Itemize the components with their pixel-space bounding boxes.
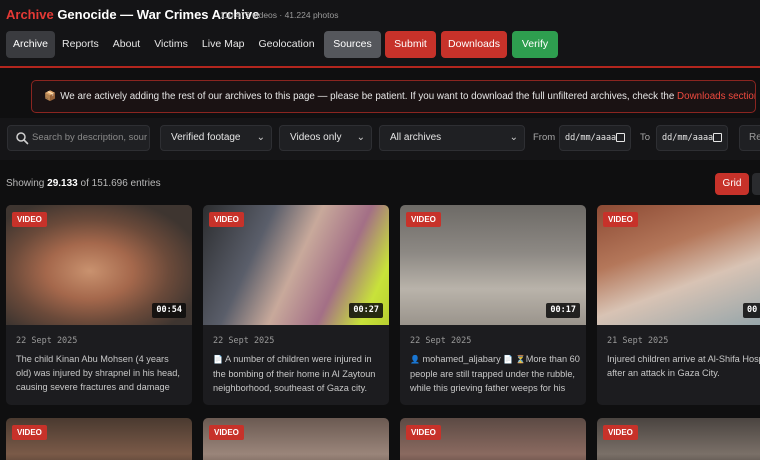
video-description: Injured children arrive at Al-Shifa Hosp… — [607, 354, 760, 378]
archive-select[interactable]: All archives ⌄ — [379, 125, 525, 151]
chevron-down-icon: ⌄ — [256, 132, 265, 143]
list-view-button[interactable] — [752, 173, 760, 195]
search-icon — [16, 132, 29, 145]
from-date-input[interactable]: dd/mm/aaaa — [559, 125, 631, 151]
downloads-button[interactable]: Downloads — [441, 31, 507, 58]
sources-button[interactable]: Sources — [324, 31, 381, 58]
video-duration: 00 — [743, 303, 760, 318]
document-icon: 📄 — [213, 355, 223, 364]
top-header: Archive Genocide — War Crimes Archive 11… — [0, 0, 760, 68]
video-thumbnail[interactable]: VIDEO — [597, 418, 760, 460]
video-card[interactable]: VIDEO — [400, 418, 586, 460]
downloads-section-link[interactable]: Downloads section — [677, 91, 755, 102]
notice-banner: 📦 We are actively adding the rest of our … — [31, 80, 756, 113]
video-thumbnail[interactable]: VIDEO — [6, 418, 192, 460]
video-duration: 00:54 — [152, 303, 186, 318]
video-badge: VIDEO — [406, 425, 441, 440]
video-card[interactable]: VIDEO — [597, 418, 760, 460]
video-badge: VIDEO — [12, 425, 47, 440]
from-label: From — [533, 132, 556, 143]
video-card[interactable]: VIDEO 00 21 Sept 2025 Injured children a… — [597, 205, 760, 405]
video-description: The child Kinan Abu Mohsen (4 years old)… — [16, 354, 180, 392]
video-thumbnail[interactable]: VIDEO 00:27 — [203, 205, 389, 325]
video-card[interactable]: VIDEO 00:17 22 Sept 2025 👤 mohamed_aljab… — [400, 205, 586, 405]
video-duration: 00:17 — [546, 303, 580, 318]
video-description-block: 👤 mohamed_aljabary 📄 ⏳More than 60 peopl… — [410, 352, 580, 395]
results-prefix: Showing — [6, 178, 48, 189]
video-badge: VIDEO — [209, 425, 244, 440]
video-card[interactable]: VIDEO — [6, 418, 192, 460]
video-badge: VIDEO — [603, 212, 638, 227]
results-shown: 29.133 — [47, 178, 78, 189]
to-date-input[interactable]: dd/mm/aaaa — [656, 125, 728, 151]
video-description: A number of children were injured in the… — [213, 354, 376, 393]
notice-text: We are actively adding the rest of our a… — [60, 91, 678, 102]
document-icon: 📄 — [503, 355, 514, 364]
verify-button[interactable]: Verify — [512, 31, 558, 58]
video-date: 21 Sept 2025 — [607, 336, 669, 346]
nav-live-map[interactable]: Live Map — [195, 31, 252, 58]
video-badge: VIDEO — [209, 212, 244, 227]
video-author[interactable]: mohamed_aljabary — [423, 354, 501, 364]
video-thumbnail[interactable]: VIDEO — [203, 418, 389, 460]
from-date-placeholder: dd/mm/aaaa — [565, 133, 617, 143]
nav-victims[interactable]: Victims — [147, 31, 195, 58]
media-type-select[interactable]: Videos only ⌄ — [279, 125, 372, 151]
video-description-block: 📄 A number of children were injured in t… — [213, 352, 383, 395]
video-date: 22 Sept 2025 — [213, 336, 275, 346]
user-icon: 👤 — [410, 355, 420, 364]
filter-bar: Search by description, source Verified f… — [0, 118, 760, 160]
main-nav: Archive Reports About Victims Live Map G… — [6, 31, 322, 58]
chevron-down-icon: ⌄ — [509, 132, 518, 143]
video-date: 22 Sept 2025 — [16, 336, 78, 346]
nav-archive[interactable]: Archive — [6, 31, 56, 58]
archive-stats: 110.472 videos · 41.224 photos — [220, 10, 339, 20]
search-input[interactable]: Search by description, source — [7, 125, 150, 151]
video-badge: VIDEO — [12, 212, 47, 227]
chevron-down-icon: ⌄ — [356, 132, 365, 143]
video-thumbnail[interactable]: VIDEO 00 — [597, 205, 760, 325]
to-label: To — [640, 132, 651, 143]
video-card[interactable]: VIDEO 00:27 22 Sept 2025 📄 A number of c… — [203, 205, 389, 405]
calendar-icon[interactable] — [616, 133, 625, 142]
video-thumbnail[interactable]: VIDEO 00:54 — [6, 205, 192, 325]
submit-button[interactable]: Submit — [385, 31, 436, 58]
hourglass-icon: ⏳ — [515, 355, 526, 364]
footage-filter-value: Verified footage — [171, 132, 241, 143]
video-card[interactable]: VIDEO 00:54 22 Sept 2025 The child Kinan… — [6, 205, 192, 405]
reset-button[interactable]: Re — [739, 125, 760, 151]
video-thumbnail[interactable]: VIDEO — [400, 418, 586, 460]
media-type-value: Videos only — [290, 132, 342, 143]
video-duration: 00:27 — [349, 303, 383, 318]
search-placeholder: Search by description, source — [32, 132, 147, 143]
nav-geolocation[interactable]: Geolocation — [252, 31, 322, 58]
video-badge: VIDEO — [406, 212, 441, 227]
video-thumbnail[interactable]: VIDEO 00:17 — [400, 205, 586, 325]
video-card[interactable]: VIDEO — [203, 418, 389, 460]
grid-view-button[interactable]: Grid — [715, 173, 749, 195]
footage-filter-select[interactable]: Verified footage ⌄ — [160, 125, 272, 151]
calendar-icon[interactable] — [713, 133, 722, 142]
video-date: 22 Sept 2025 — [410, 336, 472, 346]
results-suffix: of 151.696 entries — [77, 178, 161, 189]
results-count: Showing 29.133 of 151.696 entries — [6, 178, 161, 189]
package-icon: 📦 — [44, 91, 57, 102]
nav-about[interactable]: About — [106, 31, 147, 58]
to-date-placeholder: dd/mm/aaaa — [662, 133, 714, 143]
site-title-accent: Archive — [6, 7, 54, 22]
archive-value: All archives — [390, 132, 442, 143]
nav-reports[interactable]: Reports — [55, 31, 106, 58]
video-badge: VIDEO — [603, 425, 638, 440]
